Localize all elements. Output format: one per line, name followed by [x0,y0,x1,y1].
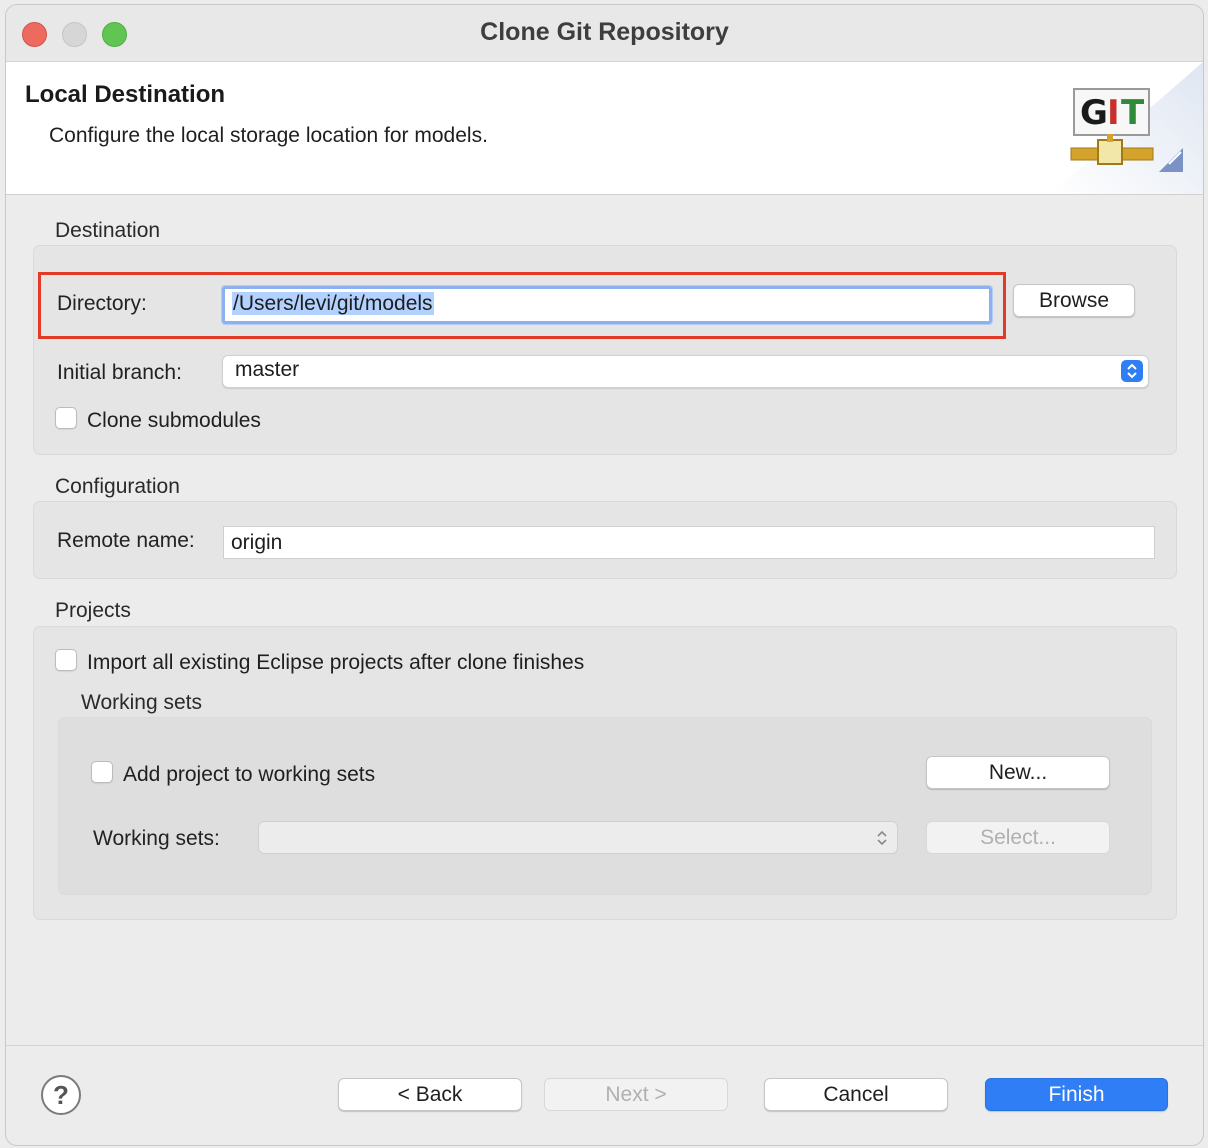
clone-git-dialog: Clone Git Repository Local Destination C… [5,4,1204,1146]
svg-text:I: I [1107,93,1120,133]
initial-branch-value: master [235,358,300,381]
chevron-updown-icon [1121,360,1143,382]
remote-name-label: Remote name: [57,529,195,552]
back-button[interactable]: < Back [338,1078,522,1111]
add-to-working-sets-label: Add project to working sets [123,763,376,786]
git-logo-icon: G I T [1051,62,1203,194]
new-working-set-button[interactable]: New... [926,756,1110,789]
initial-branch-select[interactable]: master [222,355,1149,388]
directory-label: Directory: [57,292,147,315]
initial-branch-label: Initial branch: [57,361,182,384]
add-to-working-sets-checkbox[interactable] [91,761,113,783]
remote-name-value: origin [231,531,283,554]
page-title: Local Destination [25,81,226,108]
working-sets-group [58,717,1152,895]
clone-submodules-label: Clone submodules [87,409,261,432]
directory-input[interactable]: /Users/levi/git/models [221,285,993,325]
directory-value: /Users/levi/git/models [232,292,434,315]
svg-text:G: G [1080,93,1108,133]
chevron-updown-icon [877,830,887,846]
title-bar: Clone Git Repository [6,5,1203,61]
configuration-section-label: Configuration [55,475,180,498]
next-button[interactable]: Next > [544,1078,728,1111]
select-working-sets-button[interactable]: Select... [926,821,1110,854]
help-button[interactable]: ? [41,1075,81,1115]
working-sets-select[interactable] [258,821,898,854]
projects-section-label: Projects [55,599,131,622]
finish-button[interactable]: Finish [985,1078,1168,1111]
page-description: Configure the local storage location for… [49,124,488,147]
remote-name-input[interactable]: origin [223,526,1155,559]
working-sets-label: Working sets: [93,827,220,850]
working-sets-section-label: Working sets [81,691,202,714]
clone-submodules-checkbox[interactable] [55,407,77,429]
svg-text:T: T [1121,93,1145,133]
window-title: Clone Git Repository [480,18,729,46]
wizard-header: Local Destination Configure the local st… [6,61,1203,195]
cancel-button[interactable]: Cancel [764,1078,948,1111]
footer-divider [6,1045,1203,1046]
import-projects-checkbox[interactable] [55,649,77,671]
destination-section-label: Destination [55,219,161,242]
browse-button[interactable]: Browse [1013,284,1135,317]
import-projects-label: Import all existing Eclipse projects aft… [87,651,585,674]
